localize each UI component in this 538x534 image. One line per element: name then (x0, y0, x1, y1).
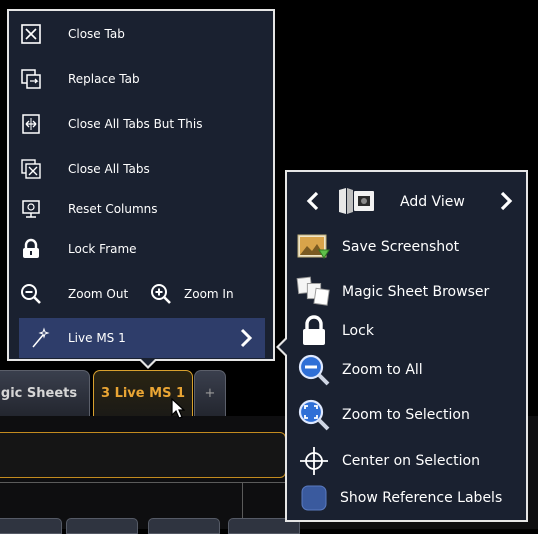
menu-item-label: Replace Tab (68, 72, 140, 86)
close-others-icon (20, 113, 42, 135)
menu-item-replace-tab[interactable]: Replace Tab (20, 66, 140, 92)
screenshot-icon (296, 230, 332, 264)
menu-item-label: Zoom to All (342, 362, 423, 378)
zoom-to-all-icon (296, 353, 332, 387)
menu-pointer (140, 358, 156, 366)
menu-item-zoom-in[interactable]: Zoom In (150, 281, 234, 307)
menu-item-show-reference-labels[interactable]: Show Reference Labels (296, 481, 502, 515)
zoom-in-icon (150, 283, 172, 305)
menu-item-label: Zoom to Selection (342, 407, 470, 423)
menu-item-zoom-to-selection[interactable]: Zoom to Selection (296, 398, 470, 432)
add-tab-button[interactable]: + (194, 370, 226, 416)
menu-item-label: Zoom In (184, 287, 234, 301)
menu-item-magic-sheet-browser[interactable]: Magic Sheet Browser (296, 275, 489, 309)
menu-item-close-others[interactable]: Close All Tabs But This (20, 111, 202, 137)
menu-item-label: Close All Tabs (68, 162, 150, 176)
close-all-tabs-icon (20, 158, 42, 180)
menu-item-label: Lock (342, 323, 374, 339)
menu-item-label: Close Tab (68, 27, 125, 41)
menu-item-label: Live MS 1 (68, 331, 126, 345)
menu-item-lock[interactable]: Lock (296, 314, 374, 348)
menu-item-label: Zoom Out (68, 287, 129, 301)
magic-sheet-browser-icon (296, 275, 332, 309)
lock-icon (296, 314, 332, 348)
crosshair-icon (296, 444, 332, 478)
menu-item-label: Close All Tabs But This (68, 117, 203, 131)
menu-item-zoom-out[interactable]: Zoom Out (20, 281, 128, 307)
checkbox-icon[interactable] (296, 481, 332, 515)
menu-item-save-screenshot[interactable]: Save Screenshot (296, 230, 459, 264)
tab-label: gic Sheets (0, 386, 78, 401)
previous-view-button[interactable] (306, 190, 320, 216)
divider (242, 482, 243, 522)
chevron-right-icon (239, 328, 253, 351)
tab-magic-sheets[interactable]: gic Sheets (0, 370, 90, 416)
menu-item-label: Show Reference Labels (340, 490, 503, 506)
menu-item-close-tab[interactable]: Close Tab (20, 21, 125, 47)
menu-pointer (279, 339, 287, 355)
lock-icon (20, 238, 42, 260)
active-frame-outline (0, 432, 286, 478)
menu-item-label: Lock Frame (68, 242, 137, 256)
menu-item-zoom-to-all[interactable]: Zoom to All (296, 353, 423, 387)
close-tab-icon (20, 23, 42, 45)
zoom-out-icon (20, 283, 42, 305)
mouse-cursor-icon (171, 397, 186, 424)
menu-item-reset-columns[interactable]: Reset Columns (20, 196, 158, 222)
tab-context-menu (7, 9, 275, 361)
bottom-tab[interactable] (0, 518, 62, 534)
menu-item-close-all-tabs[interactable]: Close All Tabs (20, 156, 150, 182)
zoom-to-selection-icon (296, 398, 332, 432)
bottom-tab[interactable] (66, 518, 138, 534)
add-view-label[interactable]: Add View (400, 194, 465, 210)
menu-item-label: Center on Selection (342, 453, 480, 469)
menu-item-label: Reset Columns (68, 202, 158, 216)
chevron-right-icon (499, 191, 513, 216)
add-view-icon (336, 186, 376, 220)
menu-item-label: Magic Sheet Browser (342, 284, 490, 300)
menu-item-live-ms[interactable]: Live MS 1 (19, 318, 265, 358)
menu-item-lock-frame[interactable]: Lock Frame (20, 236, 137, 262)
chevron-left-icon (306, 191, 320, 216)
menu-item-label: Save Screenshot (342, 239, 460, 255)
menu-item-center-on-selection[interactable]: Center on Selection (296, 444, 480, 478)
bottom-tab[interactable] (148, 518, 220, 534)
add-tab-label: + (204, 386, 216, 401)
reset-columns-icon (20, 198, 42, 220)
replace-tab-icon (20, 68, 42, 90)
next-view-button[interactable] (499, 190, 513, 216)
magic-wand-icon (31, 327, 51, 352)
